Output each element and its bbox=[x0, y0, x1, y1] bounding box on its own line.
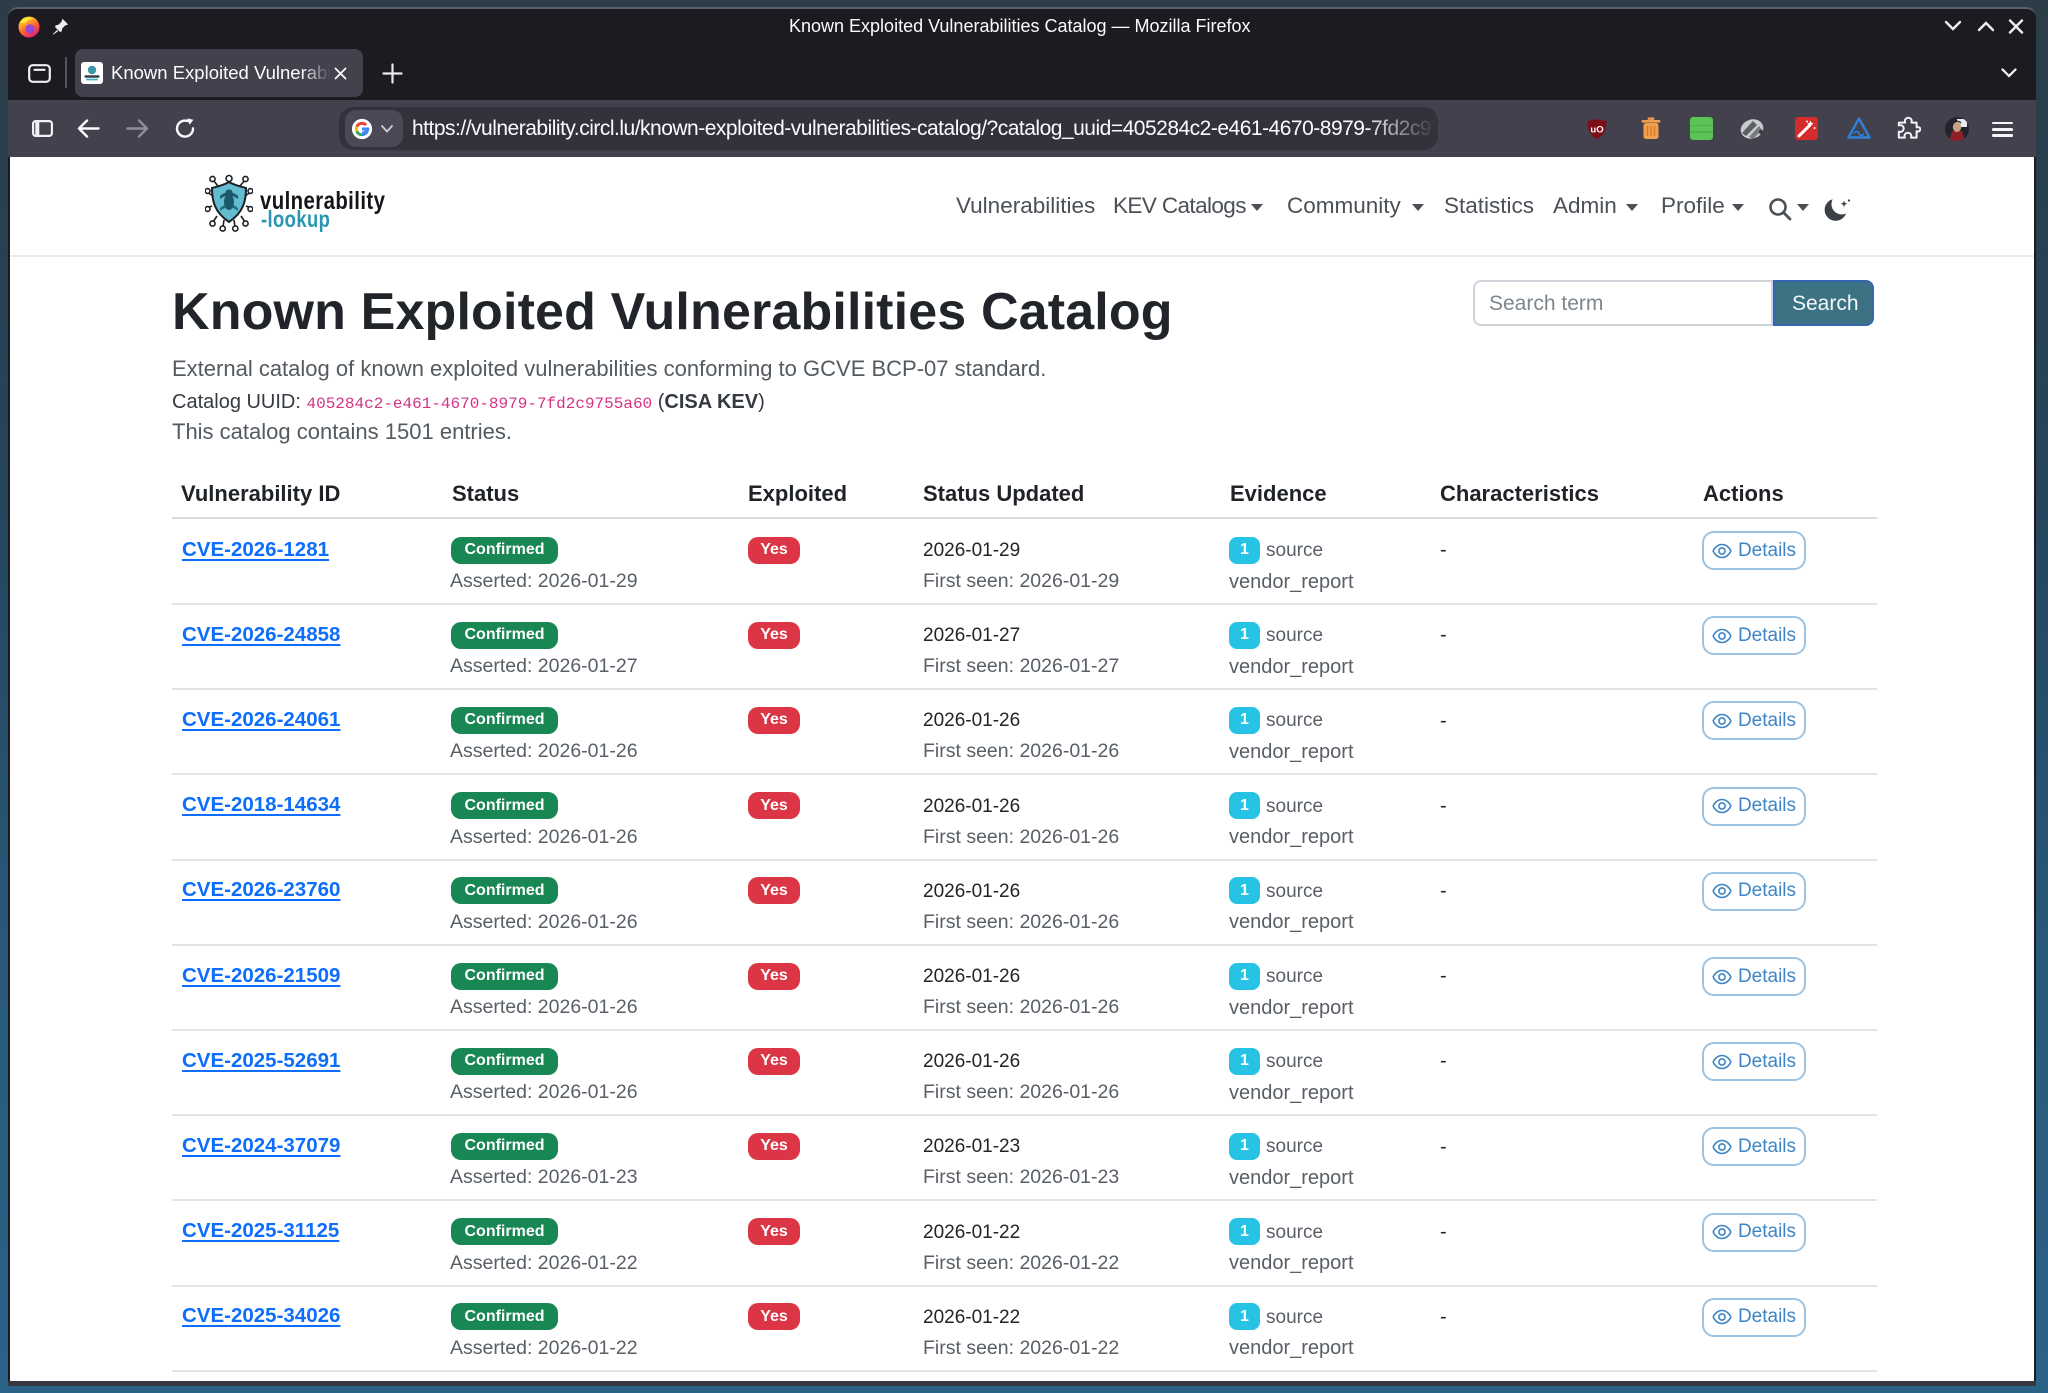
svg-text:uO: uO bbox=[1590, 125, 1603, 136]
